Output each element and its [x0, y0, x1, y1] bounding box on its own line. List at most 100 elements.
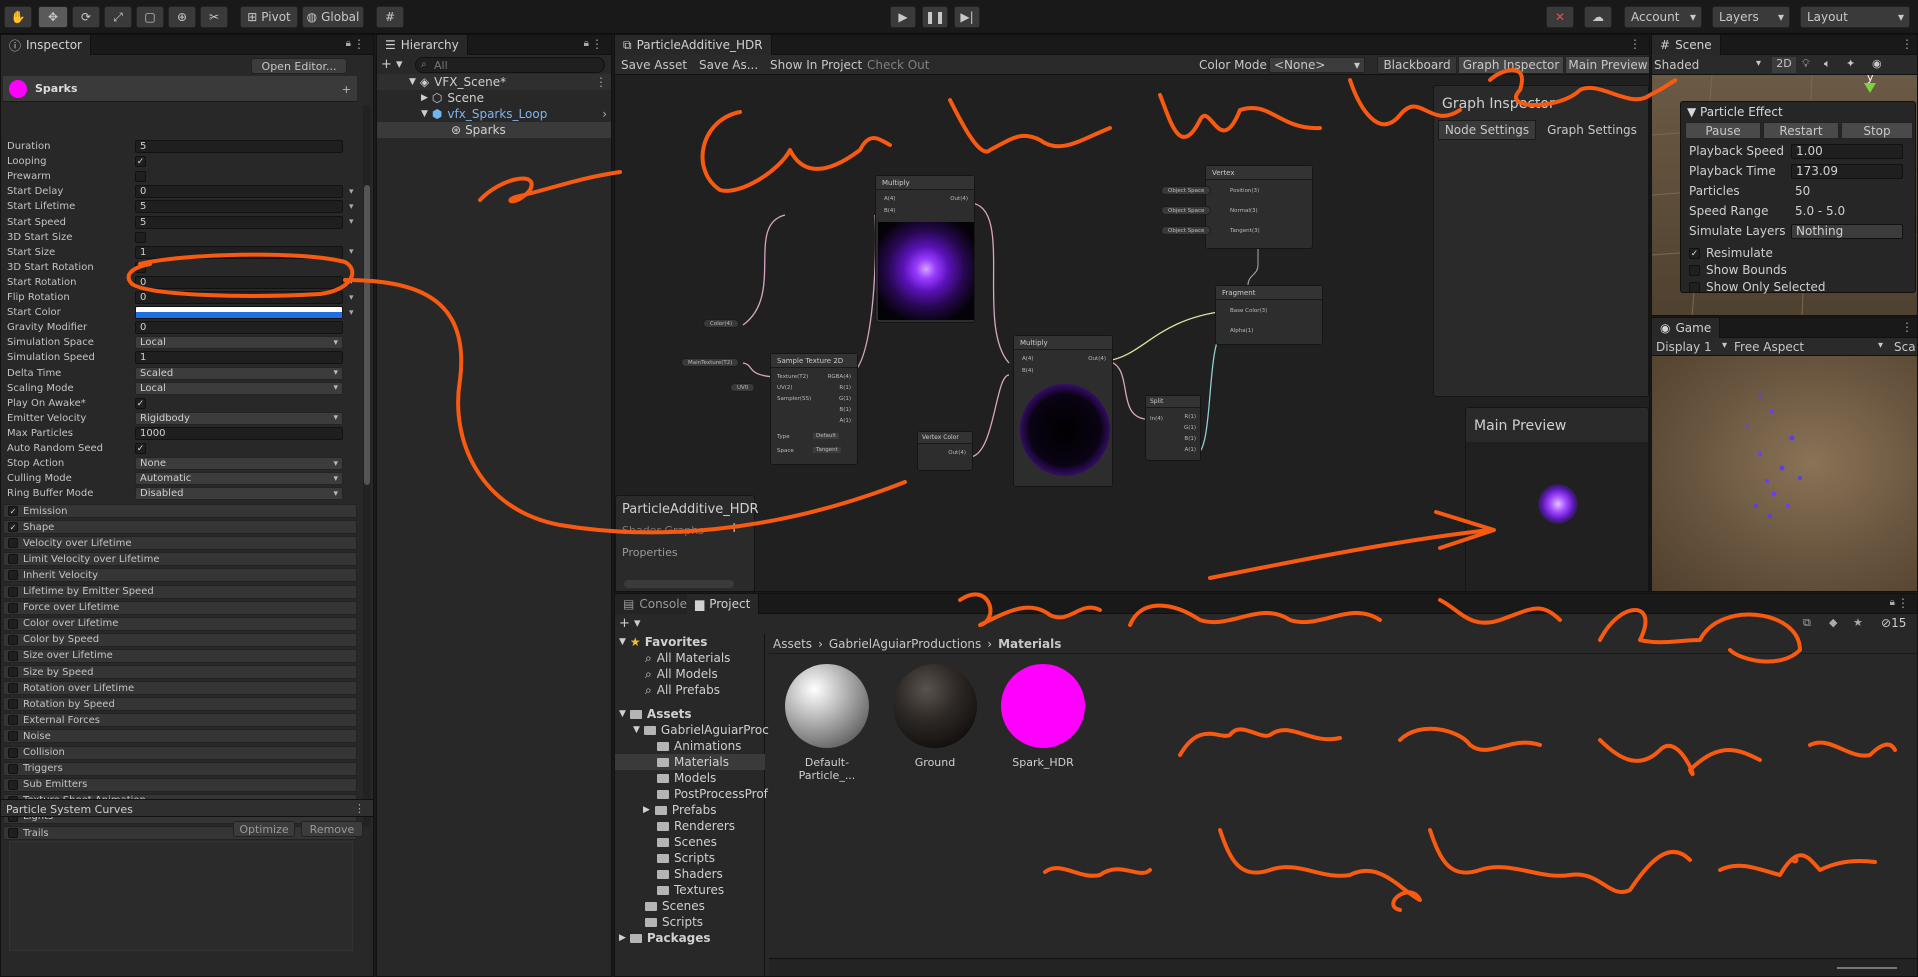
- tab-hierarchy[interactable]: ☰ Hierarchy: [377, 35, 468, 55]
- step-button[interactable]: ▶|: [954, 6, 980, 28]
- folder-shaders[interactable]: Shaders: [657, 866, 723, 882]
- open-editor-button[interactable]: Open Editor...: [251, 58, 347, 74]
- module-size-over-lifetime[interactable]: Size over Lifetime: [3, 648, 357, 663]
- audio-icon[interactable]: 🔈︎: [1824, 57, 1831, 71]
- expand-arrow-icon[interactable]: ▼: [421, 109, 428, 119]
- module-checkbox[interactable]: [8, 554, 18, 565]
- move-tool-icon[interactable]: ✥: [38, 6, 68, 28]
- start-color-field[interactable]: [135, 306, 343, 320]
- tab-game[interactable]: ◉ Game: [1652, 318, 1721, 338]
- module-checkbox[interactable]: [8, 763, 18, 774]
- module-checkbox[interactable]: ✓: [8, 522, 18, 533]
- scale-tool-icon[interactable]: ⤢: [104, 6, 132, 28]
- prop-checkbox[interactable]: [135, 231, 146, 243]
- display-dropdown[interactable]: Display 1: [1656, 340, 1712, 354]
- hidden-packages-toggle[interactable]: ⊘15: [1881, 616, 1906, 630]
- module-checkbox[interactable]: [8, 747, 18, 758]
- transform-tool-icon[interactable]: ⊕: [168, 6, 196, 28]
- port-normal[interactable]: Normal(3): [1230, 208, 1258, 214]
- remove-button[interactable]: Remove: [301, 821, 363, 837]
- pause-effect-button[interactable]: Pause: [1685, 122, 1761, 139]
- breadcrumb-item[interactable]: GabrielAguiarProductions: [829, 637, 981, 651]
- main-preview-viewport[interactable]: [1466, 442, 1648, 591]
- prop-field[interactable]: 0: [135, 321, 343, 335]
- root-folder-row[interactable]: ▼ GabrielAguiarProc: [633, 722, 769, 738]
- lighting-icon[interactable]: 💡︎: [1802, 57, 1810, 71]
- prop-field[interactable]: 5: [135, 200, 343, 214]
- gizmos-icon[interactable]: ◉: [1872, 57, 1882, 70]
- add-object-button[interactable]: + ▾: [381, 57, 403, 72]
- asset-tile[interactable]: Default-Particle_...: [779, 664, 875, 782]
- prop-checkbox[interactable]: ✓: [135, 397, 146, 409]
- expand-arrow-icon[interactable]: ▶: [421, 93, 428, 103]
- port-g[interactable]: G(1): [839, 396, 851, 402]
- hierarchy-item-scene[interactable]: ▶ ⬡ Scene: [377, 90, 611, 106]
- chevron-down-icon[interactable]: ▾: [349, 202, 354, 212]
- collab-icon[interactable]: ✕: [1546, 6, 1574, 28]
- hand-tool-icon[interactable]: ✋: [4, 6, 32, 28]
- restart-effect-button[interactable]: Restart: [1763, 122, 1839, 139]
- kebab-menu-icon[interactable]: ⋮: [1901, 37, 1913, 51]
- port-r[interactable]: R(1): [839, 385, 851, 391]
- port-r[interactable]: R(1): [1184, 414, 1196, 420]
- port-uv[interactable]: UV(2): [777, 385, 793, 391]
- prop-field[interactable]: 1: [135, 351, 343, 365]
- folder-postprocessprof[interactable]: PostProcessProf: [657, 786, 768, 802]
- prop-field[interactable]: 0: [135, 291, 343, 304]
- prop-dropdown[interactable]: Rigidbody: [135, 411, 343, 425]
- port-out[interactable]: Out(4): [948, 450, 966, 456]
- port-a[interactable]: A(1): [1184, 447, 1196, 453]
- module-collision[interactable]: Collision: [3, 745, 357, 760]
- grid-snap-icon[interactable]: #: [376, 6, 404, 28]
- port-sampler[interactable]: Sampler(SS): [777, 396, 811, 402]
- module-sub-emitters[interactable]: Sub Emitters: [3, 777, 357, 792]
- custom-tool-icon[interactable]: ✂: [200, 6, 228, 28]
- prop-checkbox[interactable]: [135, 171, 146, 183]
- module-checkbox[interactable]: ✓: [8, 506, 18, 516]
- lock-icon[interactable]: 🔒︎: [584, 38, 589, 49]
- module-checkbox[interactable]: [8, 602, 18, 613]
- gizmo-y-axis-icon[interactable]: [1864, 83, 1876, 93]
- resimulate-checkbox[interactable]: ✓: [1689, 247, 1700, 259]
- module-triggers[interactable]: Triggers: [3, 761, 357, 776]
- scale-slider-label[interactable]: Sca: [1894, 340, 1916, 354]
- search-by-label-icon[interactable]: ◆: [1829, 616, 1837, 629]
- prop-field[interactable]: 5: [135, 140, 343, 153]
- multiply-node[interactable]: Multiply A(4) B(4) Out(4): [875, 175, 975, 323]
- module-checkbox[interactable]: [8, 634, 18, 645]
- module-checkbox[interactable]: [8, 828, 18, 838]
- expand-arrow-icon[interactable]: ▼: [409, 77, 416, 87]
- expand-arrow-icon[interactable]: ▼: [633, 725, 640, 735]
- module-shape[interactable]: ✓ Shape: [3, 520, 357, 535]
- sample-texture-node[interactable]: Sample Texture 2D Texture(T2) UV(2) Samp…: [770, 353, 858, 465]
- playback-time-field[interactable]: 173.09: [1791, 163, 1903, 179]
- chevron-down-icon[interactable]: ▾: [349, 293, 354, 303]
- module-checkbox[interactable]: [8, 699, 18, 710]
- kebab-menu-icon[interactable]: ⋮: [354, 802, 365, 815]
- resimulate-row[interactable]: ✓ Resimulate: [1681, 244, 1911, 262]
- folder-models[interactable]: Models: [657, 770, 716, 786]
- module-emission[interactable]: ✓ Emission: [3, 504, 357, 518]
- module-external-forces[interactable]: External Forces: [3, 713, 357, 728]
- kebab-menu-icon[interactable]: ⋮: [591, 37, 603, 51]
- inspector-scroll-thumb[interactable]: [364, 185, 370, 485]
- asset-tile[interactable]: Ground: [887, 664, 983, 774]
- module-color-by-speed[interactable]: Color by Speed: [3, 632, 357, 647]
- search-by-type-icon[interactable]: ⧉: [1803, 616, 1817, 630]
- play-button[interactable]: ▶: [890, 6, 916, 28]
- folder-textures[interactable]: Textures: [657, 882, 724, 898]
- module-checkbox[interactable]: [8, 650, 18, 661]
- port-a[interactable]: A(4): [884, 196, 896, 202]
- show-only-selected-row[interactable]: Show Only Selected: [1681, 278, 1911, 296]
- optimize-button[interactable]: Optimize: [233, 821, 295, 837]
- module-checkbox[interactable]: [8, 586, 18, 597]
- icon-size-slider[interactable]: [1837, 967, 1897, 969]
- type-dropdown[interactable]: Default: [813, 433, 840, 439]
- expand-arrow-icon[interactable]: ▼: [619, 637, 626, 647]
- module-checkbox[interactable]: [8, 779, 18, 790]
- fragment-block[interactable]: Fragment Base Color(3) Alpha(1): [1215, 285, 1323, 345]
- port-a[interactable]: A(1): [839, 418, 851, 424]
- folder-scripts[interactable]: Scripts: [645, 914, 703, 930]
- lock-icon[interactable]: 🔒︎: [1890, 597, 1895, 608]
- favorite-all-materials[interactable]: ⌕ All Materials: [645, 650, 730, 666]
